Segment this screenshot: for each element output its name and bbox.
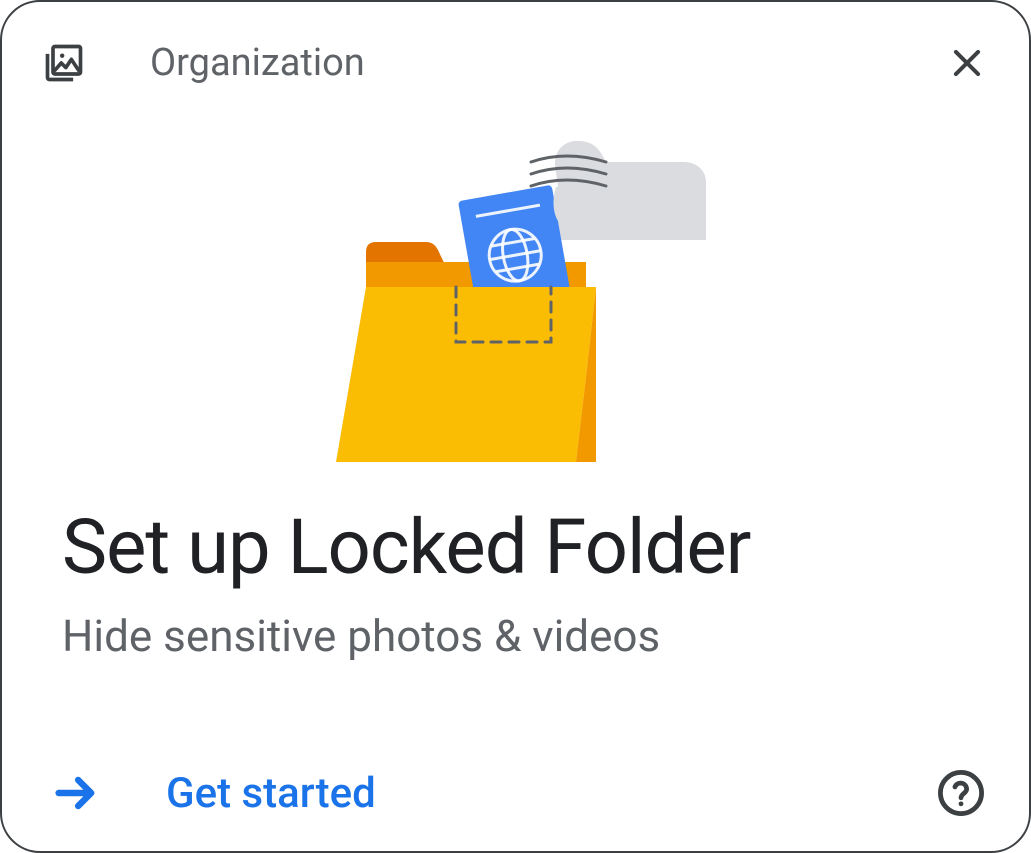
close-icon[interactable] (945, 41, 989, 85)
help-icon[interactable] (933, 765, 989, 821)
setup-card: Organization (0, 0, 1031, 853)
get-started-button[interactable]: Get started (166, 769, 933, 818)
subtitle: Hide sensitive photos & videos (62, 610, 969, 662)
card-footer: Get started (2, 765, 1029, 821)
category-label: Organization (150, 41, 945, 85)
card-header: Organization (2, 2, 1029, 92)
main-title: Set up Locked Folder (62, 502, 969, 592)
folder-illustration (2, 92, 1029, 502)
card-content: Set up Locked Folder Hide sensitive phot… (2, 502, 1029, 662)
photos-library-icon (42, 41, 86, 85)
arrow-right-icon[interactable] (50, 767, 102, 819)
